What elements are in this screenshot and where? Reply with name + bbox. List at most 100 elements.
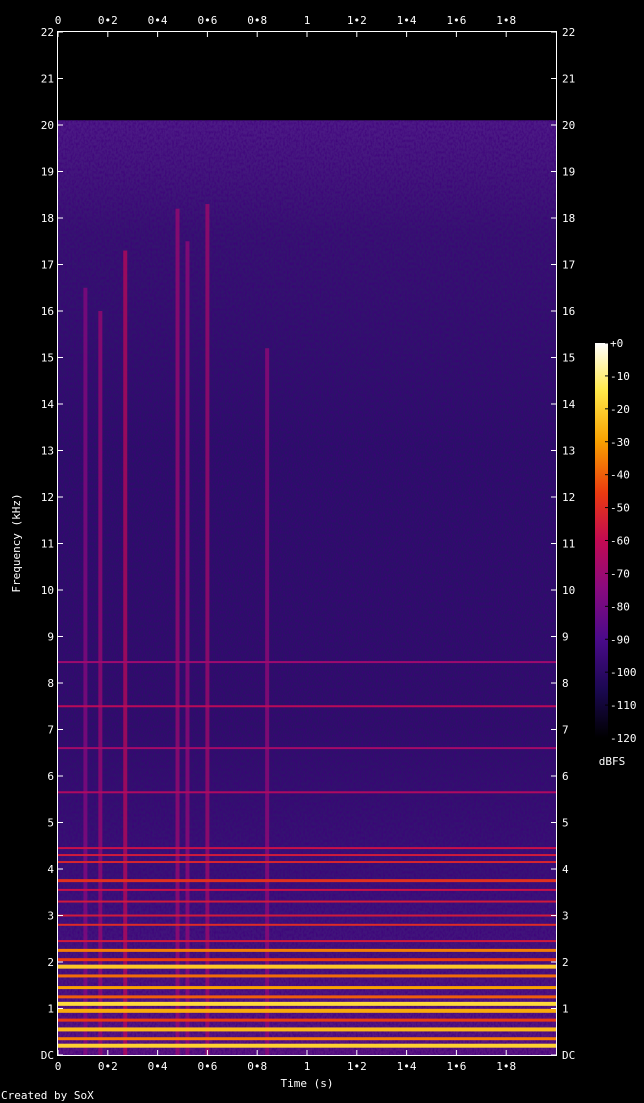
harmonic-band	[58, 854, 556, 857]
harmonic-band	[58, 747, 556, 750]
colorbar-tick-label: -70	[610, 567, 630, 580]
y-tick-label: 1	[562, 1003, 569, 1016]
colorbar-ticks: +0 -10 -20 -30 -40 -50 -60 -70 -80 -90 -100 -110 -12…	[605, 337, 637, 745]
harmonic-band	[58, 847, 556, 850]
y-tick-label: 16	[562, 305, 575, 318]
transient-streak	[205, 204, 210, 1055]
footer-credit: Created by SoX	[1, 1089, 94, 1102]
harmonic-band	[58, 948, 556, 952]
y-tick-label: 19	[562, 166, 575, 179]
x-tick-label: 0•4	[148, 1060, 168, 1073]
colorbar-tick-label: -90	[610, 633, 630, 646]
transient-streak	[185, 241, 190, 1055]
colorbar: +0 -10 -20 -30 -40 -50 -60 -70 -80 -90 -100 -110 -12…	[595, 337, 637, 768]
y-tick-label: 2	[47, 956, 54, 969]
y-tick-label: 17	[562, 259, 575, 272]
y-tick-label: 10	[562, 584, 575, 597]
y-tick-label: 5	[562, 817, 569, 830]
colorbar-label: dBFS	[599, 755, 626, 768]
colorbar-tick-label: -120	[610, 732, 637, 745]
y-tick-label: 2	[562, 956, 569, 969]
x-tick-label: 1•2	[347, 14, 367, 27]
y-tick-label: 9	[47, 631, 54, 644]
x-tick-label: 0•6	[197, 1060, 217, 1073]
harmonic-band	[58, 1027, 556, 1032]
harmonic-band	[58, 791, 556, 794]
y-axis-label: Frequency (kHz)	[10, 493, 23, 592]
y-tick-label: 8	[47, 677, 54, 690]
colorbar-tick-label: -30	[610, 436, 630, 449]
x-tick-label: 0•8	[247, 1060, 267, 1073]
harmonic-band	[58, 888, 556, 891]
harmonic-band	[58, 1043, 556, 1048]
y-tick-label: 12	[562, 491, 575, 504]
y-tick-label: 17	[41, 259, 54, 272]
harmonic-band	[58, 974, 556, 978]
y-tick-label: 10	[41, 584, 54, 597]
y-tick-label: 3	[47, 910, 54, 923]
y-tick-label: 14	[562, 398, 576, 411]
y-tick-label: 6	[47, 770, 54, 783]
harmonic-band	[58, 986, 556, 990]
colorbar-tick-label: -100	[610, 666, 637, 679]
transient-streak	[83, 287, 88, 1055]
x-tick-label: 0•2	[98, 1060, 118, 1073]
colorbar-tick-label: -110	[610, 699, 637, 712]
harmonic-band	[58, 879, 556, 883]
y-tick-label: 15	[41, 352, 54, 365]
harmonic-band	[58, 1008, 556, 1013]
harmonic-band	[58, 995, 556, 999]
x-tick-label: 1•6	[446, 14, 466, 27]
y-tick-label: 8	[562, 677, 569, 690]
y-tick-label: 9	[562, 631, 569, 644]
harmonic-band	[58, 923, 556, 926]
spectrogram-figure: 000•20•20•40•40•60•60•80•8111•21•21•41•4…	[1, 14, 637, 1102]
harmonic-band	[58, 914, 556, 917]
x-tick-label: 1•2	[347, 1060, 367, 1073]
y-tick-label: 5	[47, 817, 54, 830]
y-tick-label: 3	[562, 910, 569, 923]
harmonic-band	[58, 1037, 556, 1041]
y-tick-label: 11	[562, 538, 575, 551]
colorbar-tick-label: -80	[610, 600, 630, 613]
harmonic-band	[58, 964, 556, 969]
colorbar-tick-label: -20	[610, 403, 630, 416]
y-tick-label: 11	[41, 538, 54, 551]
y-tick-label: 19	[41, 166, 54, 179]
x-tick-label: 0	[55, 14, 62, 27]
y-tick-label: 7	[562, 724, 569, 737]
x-tick-label: 1•8	[496, 14, 516, 27]
y-tick-label: 20	[41, 119, 54, 132]
y-tick-label: 18	[41, 212, 54, 225]
y-tick-label: 14	[41, 398, 55, 411]
harmonic-band	[58, 705, 556, 708]
y-tick-label: 21	[41, 73, 54, 86]
transient-streak	[175, 208, 180, 1055]
harmonic-band	[58, 861, 556, 864]
y-tick-label: 22	[41, 26, 54, 39]
x-axis-label: Time (s)	[281, 1077, 334, 1090]
y-tick-label: 16	[41, 305, 54, 318]
y-tick-label: 22	[562, 26, 575, 39]
y-tick-label: 21	[562, 73, 575, 86]
x-tick-label: 1•4	[397, 1060, 417, 1073]
y-tick-label: 4	[562, 863, 569, 876]
harmonic-band	[58, 958, 556, 962]
colorbar-tick-label: +0	[610, 337, 623, 350]
transient-streak	[98, 311, 103, 1055]
harmonic-band	[58, 900, 556, 903]
x-tick-label: 0•6	[197, 14, 217, 27]
x-tick-label: 0•2	[98, 14, 118, 27]
y-tick-label: 15	[562, 352, 575, 365]
y-tick-label: 20	[562, 119, 575, 132]
x-tick-label: 0•4	[148, 14, 168, 27]
colorbar-tick-label: -10	[610, 370, 630, 383]
y-tick-label: 6	[562, 770, 569, 783]
spectrogram-plot	[58, 32, 556, 1055]
x-tick-label: 1•6	[446, 1060, 466, 1073]
y-tick-label: DC	[562, 1049, 575, 1062]
x-tick-label: 0•8	[247, 14, 267, 27]
y-tick-label: 13	[562, 445, 575, 458]
y-tick-label: 18	[562, 212, 575, 225]
x-tick-label: 1•8	[496, 1060, 516, 1073]
